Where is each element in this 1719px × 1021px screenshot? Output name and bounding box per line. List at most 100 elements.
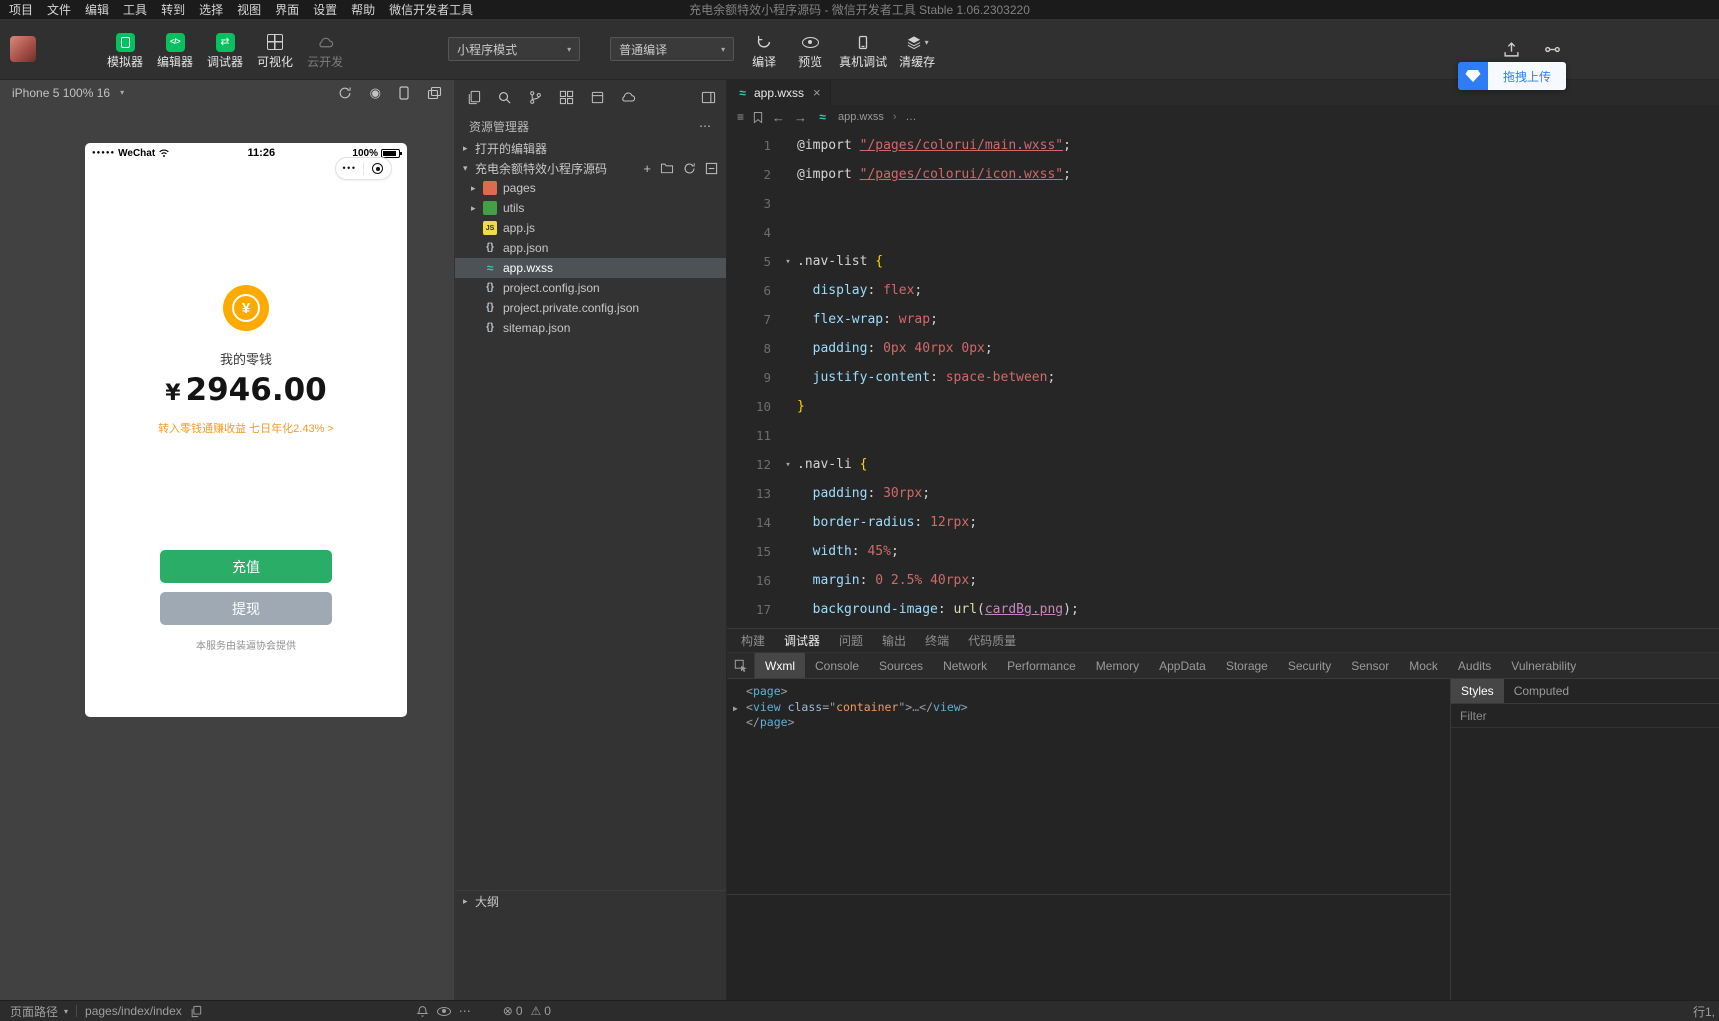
menu-item[interactable]: 选择 [192,1,230,18]
inspect-element-icon[interactable] [727,653,755,678]
more-icon[interactable]: ••• [336,164,363,173]
collapse-all-icon[interactable] [705,162,718,175]
rotate-icon[interactable] [338,86,352,100]
withdraw-button[interactable]: 提现 [160,592,332,625]
new-folder-icon[interactable] [660,162,674,174]
code-line[interactable]: 2 @import "/pages/colorui/icon.wxss"; [727,160,1719,189]
notification-bell-icon[interactable] [416,1005,429,1018]
editor-button[interactable]: </> 编辑器 [152,31,198,68]
user-avatar[interactable] [10,36,36,62]
outline-list-icon[interactable]: ≡ [737,111,744,123]
debug-tab-输出[interactable]: 输出 [882,632,906,649]
code-editor[interactable]: 1 @import "/pages/colorui/main.wxss"; 2 @im… [727,129,1719,628]
menu-item[interactable]: 帮助 [344,1,382,18]
devtool-tab-console[interactable]: Console [805,653,869,678]
code-line[interactable]: 11 [727,421,1719,450]
devtool-tab-audits[interactable]: Audits [1448,653,1501,678]
search-icon[interactable] [496,89,512,105]
devtool-tab-mock[interactable]: Mock [1399,653,1448,678]
expand-icon[interactable]: ▶ [733,701,738,717]
capsule-menu[interactable]: ••• [335,157,392,180]
code-line[interactable]: 1 @import "/pages/colorui/main.wxss"; [727,131,1719,160]
upload-icon[interactable] [1503,41,1520,58]
forward-icon[interactable]: → [794,111,807,124]
warning-count[interactable]: ⚠ 0 [531,1004,551,1018]
breadcrumb-file[interactable]: app.wxss [838,111,884,123]
devtool-tab-sources[interactable]: Sources [869,653,933,678]
breadcrumb-more[interactable]: … [906,111,917,123]
menu-item[interactable]: 微信开发者工具 [382,1,480,18]
device-debug-button[interactable]: 真机调试 [834,31,892,68]
visualize-button[interactable]: 可视化 [252,31,298,68]
device-select[interactable]: iPhone 5 100% 16 ▾ [12,86,124,100]
chevron-right-icon[interactable]: ▸ [471,183,483,194]
devtool-tab-memory[interactable]: Memory [1086,653,1149,678]
devtool-tab-network[interactable]: Network [933,653,997,678]
tree-item-project.config.json[interactable]: {} project.config.json [455,278,726,298]
panel-toggle-icon[interactable] [700,89,716,105]
page-path-selector[interactable]: 页面路径 ▾ [10,1003,68,1020]
debugger-button[interactable]: ⇄ 调试器 [202,31,248,68]
promo-link[interactable]: 转入零钱通赚收益 七日年化2.43% > [85,420,407,436]
devtool-tab-appdata[interactable]: AppData [1149,653,1216,678]
code-line[interactable]: 4 [727,218,1719,247]
code-line[interactable]: 6 display: flex; [727,276,1719,305]
record-icon[interactable]: ◉ [370,85,381,101]
cloud-sync-icon[interactable] [620,89,636,105]
menu-item[interactable]: 界面 [268,1,306,18]
fold-icon[interactable]: ▾ [779,257,797,267]
compile-mode-select[interactable]: 普通编译 ▾ [610,37,735,61]
code-line[interactable]: 10} [727,392,1719,421]
code-line[interactable]: 13 padding: 30rpx; [727,479,1719,508]
wxml-node[interactable]: </page> [727,715,1450,731]
drag-upload-button[interactable]: 拖拽上传 [1457,62,1566,90]
menu-item[interactable]: 转到 [154,1,192,18]
code-line[interactable]: 8 padding: 0px 40rpx 0px; [727,334,1719,363]
home-indicator-icon[interactable] [364,163,391,174]
mode-select[interactable]: 小程序模式 ▾ [448,37,581,61]
refresh-icon[interactable] [683,162,696,175]
preview-button[interactable]: 预览 [788,31,832,68]
eye-icon[interactable] [436,1006,451,1016]
debug-tab-构建[interactable]: 构建 [741,632,765,649]
cloud-dev-button[interactable]: 云开发 [302,31,348,68]
tree-item-sitemap.json[interactable]: {} sitemap.json [455,318,726,338]
outline-section[interactable]: ▸ 大纲 [455,890,726,912]
styles-tab-computed[interactable]: Computed [1504,679,1579,703]
code-line[interactable]: 7 flex-wrap: wrap; [727,305,1719,334]
debug-tab-代码质量[interactable]: 代码质量 [968,632,1016,649]
wxml-node[interactable]: ▶ <view class="container">…</view> [727,700,1450,716]
menu-item[interactable]: 项目 [2,1,40,18]
tree-item-pages[interactable]: ▸ pages [455,178,726,198]
open-editors-section[interactable]: ▸ 打开的编辑器 [455,138,726,158]
simulator-button[interactable]: 模拟器 [102,31,148,68]
debug-tab-调试器[interactable]: 调试器 [784,632,820,649]
devtool-tab-security[interactable]: Security [1278,653,1341,678]
wxml-node[interactable]: <page> [727,684,1450,700]
compile-button[interactable]: 编译 [742,31,786,68]
code-line[interactable]: 17 background-image: url(cardBg.png); [727,595,1719,624]
version-control-icon[interactable] [1544,41,1561,58]
debug-tab-问题[interactable]: 问题 [839,632,863,649]
menu-item[interactable]: 工具 [116,1,154,18]
tree-item-app.wxss[interactable]: ≈ app.wxss [455,258,726,278]
code-line[interactable]: 14 border-radius: 12rpx; [727,508,1719,537]
devtool-tab-vulnerability[interactable]: Vulnerability [1501,653,1586,678]
devtool-tab-storage[interactable]: Storage [1216,653,1278,678]
code-line[interactable]: 16 margin: 0 2.5% 40rpx; [727,566,1719,595]
devtool-tab-wxml[interactable]: Wxml [755,653,805,678]
menu-item[interactable]: 视图 [230,1,268,18]
package-icon[interactable] [589,89,605,105]
devtool-tab-performance[interactable]: Performance [997,653,1086,678]
tree-item-app.js[interactable]: JS app.js [455,218,726,238]
menu-item[interactable]: 编辑 [78,1,116,18]
styles-tab-styles[interactable]: Styles [1451,679,1504,703]
code-line[interactable]: 9 justify-content: space-between; [727,363,1719,392]
copy-icon[interactable] [190,1005,202,1018]
cursor-position[interactable]: 行1, [1693,1003,1715,1020]
more-icon[interactable]: ⋯ [459,1004,471,1018]
tree-item-project.private.config.json[interactable]: {} project.private.config.json [455,298,726,318]
more-icon[interactable]: ⋯ [699,119,712,133]
styles-filter-input[interactable] [1458,707,1712,724]
new-file-icon[interactable]: + [643,162,651,175]
